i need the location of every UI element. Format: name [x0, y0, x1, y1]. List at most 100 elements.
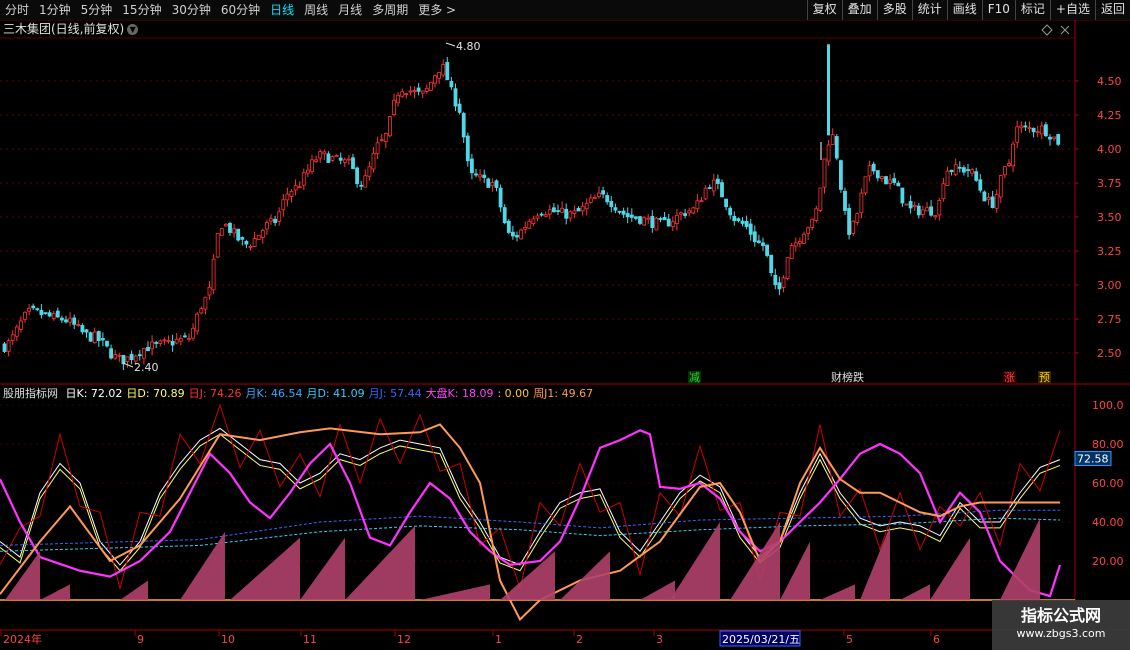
candle-body: [256, 234, 261, 240]
candle-body: [35, 308, 40, 311]
candle-body: [867, 165, 872, 177]
candle-body: [129, 353, 134, 361]
candle-body: [875, 170, 880, 179]
candle-body: [658, 218, 663, 220]
kline-chart[interactable]: 4.50 4.25 4.00 3.75 3.50 3.25 3.00 2.75 2.50 100.…: [0, 0, 1130, 650]
candle-body: [839, 160, 843, 190]
candle-body: [113, 354, 118, 359]
date-label: 6: [933, 633, 940, 646]
signal-jian: 减: [688, 371, 701, 384]
candle-body: [703, 187, 708, 200]
candle-body: [310, 159, 314, 172]
candle-body: [773, 274, 778, 286]
candle-body: [260, 230, 265, 238]
candle-body: [191, 327, 196, 339]
candle-body: [1039, 125, 1044, 135]
candle-body: [502, 207, 507, 224]
candle-body: [609, 201, 614, 208]
candle-body: [27, 307, 32, 312]
candle-body: [207, 286, 212, 296]
candle-body: [769, 254, 774, 274]
candle-body: [679, 212, 683, 215]
candle-body: [478, 174, 483, 178]
date-label: 10: [221, 633, 235, 646]
candle-body: [162, 339, 167, 342]
date-label: 3: [656, 633, 663, 646]
candle-body: [580, 205, 585, 212]
candle-body: [166, 339, 171, 342]
candle-body: [506, 220, 511, 233]
candle-body: [424, 87, 429, 92]
candle-body: [732, 215, 737, 222]
candle-body: [6, 340, 11, 352]
candle-body: [342, 159, 347, 163]
candle-body: [552, 207, 556, 213]
candle-body: [400, 91, 405, 97]
indicator-area-tooth: [345, 525, 415, 600]
indicator-area-tooth: [820, 584, 855, 600]
indicator-tick-label: 20.00: [1092, 555, 1124, 568]
indicator-area-tooth: [640, 580, 675, 600]
candle-body: [408, 90, 413, 93]
candle-body: [412, 90, 417, 92]
candle-body: [1052, 136, 1056, 139]
price-tick-label: 2.50: [1097, 347, 1122, 360]
date-label: 9: [137, 633, 144, 646]
candle-body: [863, 176, 868, 194]
candle-body: [851, 220, 856, 234]
candle-body: [55, 310, 60, 318]
candle-body: [752, 231, 757, 243]
candle-body: [146, 346, 150, 352]
candle-body: [301, 172, 306, 186]
candle-body: [519, 229, 523, 240]
candle-body: [490, 182, 495, 187]
candle-body: [1031, 127, 1036, 133]
candle-body: [88, 332, 93, 342]
candle-body: [560, 207, 564, 213]
candle-body: [351, 157, 355, 169]
candle-body: [736, 218, 741, 222]
candle-body: [1019, 125, 1024, 129]
candle-body: [1007, 163, 1011, 166]
date-label: 2: [576, 633, 583, 646]
candle-body: [1044, 124, 1048, 137]
candle-body: [978, 179, 983, 191]
price-tick-label: 3.00: [1097, 279, 1122, 292]
candle-body: [761, 242, 765, 246]
indicator-tick-label: 60.00: [1092, 477, 1124, 490]
candle-body: [416, 87, 421, 92]
candle-body: [269, 218, 273, 222]
candle-body: [494, 180, 499, 188]
candle-body: [638, 216, 642, 224]
candle-body: [621, 210, 626, 215]
candle-body: [449, 80, 454, 88]
candle-body: [277, 211, 282, 222]
price-tick-label: 3.50: [1097, 211, 1122, 224]
candle-body: [990, 196, 995, 208]
candle-body: [711, 179, 716, 192]
candle-body: [814, 208, 819, 221]
candle-body: [765, 244, 769, 256]
candle-body: [199, 308, 204, 314]
candle-body: [141, 347, 146, 359]
candle-body: [396, 94, 401, 104]
candle-body: [338, 157, 343, 161]
candle-body: [121, 354, 126, 365]
indicator-area-tooth: [670, 522, 720, 600]
candle-body: [625, 213, 630, 218]
candle-body: [2, 343, 7, 352]
candle-body-spike: [827, 44, 830, 136]
candle-body: [584, 202, 589, 210]
candle-body: [843, 190, 847, 212]
candle-body: [289, 190, 294, 197]
indicator-area-tooth: [5, 551, 40, 600]
candle-body: [789, 245, 794, 260]
signal-yu: 预: [1038, 371, 1051, 384]
candle-body: [1015, 126, 1020, 143]
candle-body: [962, 167, 966, 173]
candle-body: [445, 61, 450, 81]
candle-body: [219, 227, 224, 236]
indicator-line-market-k: [0, 429, 1062, 598]
watermark-logo: 指标公式网 www.zbgs3.com: [992, 600, 1130, 650]
candle-body: [68, 317, 72, 323]
